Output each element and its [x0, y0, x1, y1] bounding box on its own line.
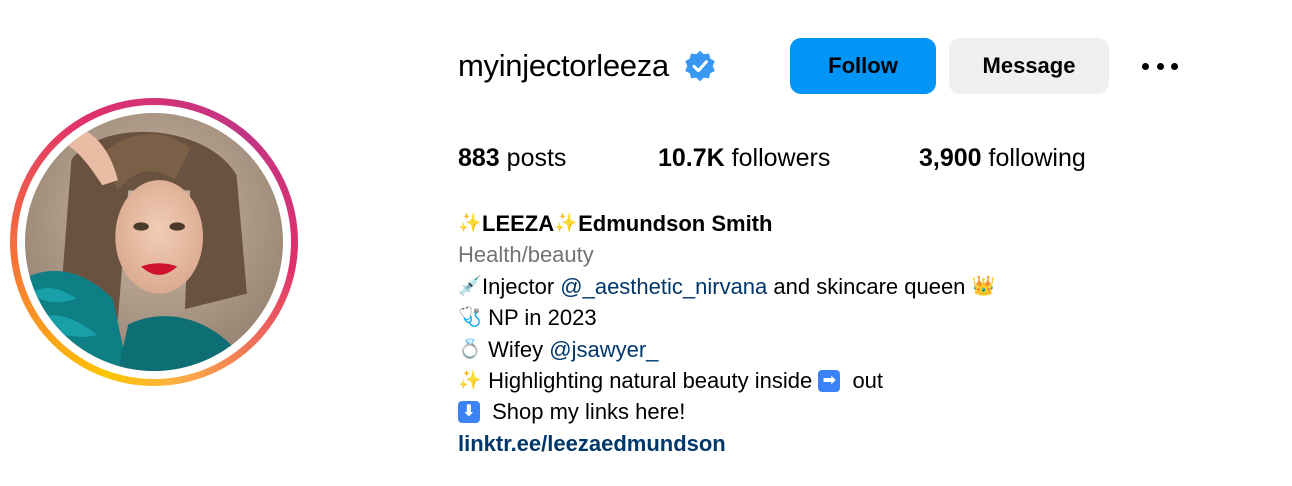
- posts-count: 883: [458, 144, 500, 172]
- posts-label: posts: [506, 144, 567, 172]
- followers-label: followers: [731, 144, 831, 172]
- bio-line-wifey: 💍 Wifey @jsawyer_: [458, 334, 996, 365]
- following-count: 3,900: [919, 144, 982, 172]
- mention-link[interactable]: @_aesthetic_nirvana: [560, 271, 767, 302]
- following-stat[interactable]: 3,900 following: [919, 144, 1086, 173]
- following-label: following: [988, 144, 1086, 172]
- dot: [1156, 62, 1164, 70]
- right-arrow-icon: ➡: [818, 369, 841, 392]
- bio-text: Highlighting natural beauty inside: [482, 367, 819, 393]
- avatar-story-ring[interactable]: [10, 98, 298, 386]
- bio-text: Wifey: [482, 336, 550, 362]
- bio-text: NP in 2023: [482, 305, 597, 331]
- category-label: Health/beauty: [458, 242, 594, 268]
- bio-text: Shop my links here!: [486, 399, 686, 425]
- dot: [1142, 62, 1149, 70]
- sparkles-icon: ✨: [458, 212, 482, 234]
- bio-text: and skincare queen: [767, 273, 972, 299]
- followers-stat[interactable]: 10.7K followers: [658, 144, 830, 173]
- stethoscope-icon: 🩺: [458, 306, 482, 329]
- posts-stat: 883 posts: [458, 144, 566, 173]
- bio-line-injector: 💉 Injector @_aesthetic_nirvana and skinca…: [458, 271, 996, 302]
- bio-text: Injector: [482, 273, 561, 299]
- message-button[interactable]: Message: [949, 38, 1109, 94]
- bio-line-shop: ⬇ Shop my links here!: [458, 396, 996, 427]
- avatar-frame: [17, 105, 291, 379]
- profile-header: myinjectorleeza: [458, 38, 717, 94]
- display-name: ✨ LEEZA ✨ Edmundson Smith: [458, 208, 996, 239]
- mention-link[interactable]: @jsawyer_: [549, 334, 658, 365]
- bio-text: out: [846, 367, 884, 393]
- profile-bio: ✨ LEEZA ✨ Edmundson Smith Health/beauty 💉 I…: [458, 208, 996, 459]
- avatar[interactable]: [25, 113, 283, 371]
- dot: [1171, 62, 1178, 70]
- external-link[interactable]: linktr.ee/leezaedmundson: [458, 428, 996, 459]
- bio-line-highlighting: ✨ Highlighting natural beauty inside ➡ o…: [458, 365, 996, 396]
- profile-photo: [25, 113, 283, 371]
- syringe-icon: 💉: [458, 274, 482, 297]
- sparkles-icon: ✨: [458, 368, 482, 391]
- verified-badge-icon: [683, 49, 717, 83]
- followers-count: 10.7K: [658, 144, 725, 172]
- follow-button[interactable]: Follow: [790, 38, 936, 94]
- down-arrow-icon: ⬇: [458, 401, 480, 424]
- sparkles-icon: ✨: [554, 212, 578, 234]
- ring-icon: 💍: [458, 337, 482, 360]
- more-options-icon[interactable]: [1138, 52, 1182, 80]
- crown-icon: 👑: [971, 274, 996, 297]
- bio-line-np: 🩺 NP in 2023: [458, 302, 996, 333]
- display-name-rest: Edmundson Smith: [578, 211, 773, 236]
- display-name-first: LEEZA: [482, 211, 555, 236]
- username: myinjectorleeza: [458, 48, 669, 83]
